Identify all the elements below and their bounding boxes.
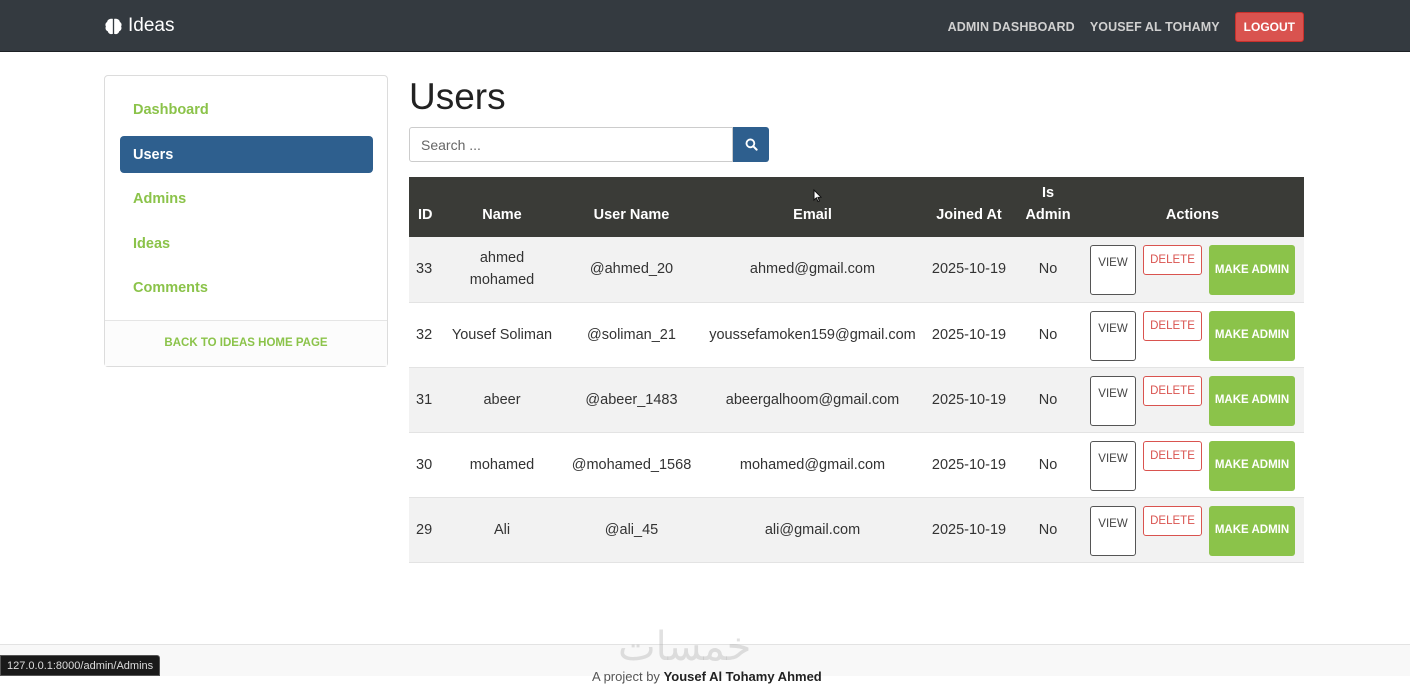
- table-header-row: ID Name User Name Email Joined At Is Admi…: [409, 177, 1304, 237]
- cell-actions: VIEW DELETE MAKE ADMIN: [1081, 302, 1304, 367]
- view-button[interactable]: VIEW: [1090, 505, 1136, 556]
- brand-name: Ideas: [128, 15, 175, 36]
- cell-username: @soliman_21: [587, 326, 676, 343]
- search-form: [409, 127, 769, 162]
- table-row: 29 Ali @ali_45 ali@gmail.com 2025-10-19 …: [409, 497, 1304, 562]
- delete-button[interactable]: DELETE: [1143, 245, 1202, 276]
- header-joined-at: Joined At: [936, 207, 1002, 223]
- make-admin-button[interactable]: MAKE ADMIN: [1209, 440, 1295, 491]
- header-is-admin: Is Admin: [1015, 177, 1081, 237]
- cell-name: Ali: [493, 521, 511, 538]
- cell-is-admin: No: [1038, 456, 1058, 473]
- back-to-home-link[interactable]: BACK TO IDEAS HOME PAGE: [105, 320, 387, 366]
- top-navbar: Ideas ADMIN DASHBOARD YOUSEF AL TOHAMY L…: [0, 0, 1410, 52]
- delete-button[interactable]: DELETE: [1143, 310, 1202, 341]
- header-is-admin-line2: Admin: [1025, 207, 1071, 223]
- header-id: ID: [418, 207, 433, 223]
- cell-joined: 2025-10-19: [931, 391, 1007, 408]
- table-row: 32 Yousef Soliman @soliman_21 youssefamo…: [409, 302, 1304, 367]
- cell-username: @ahmed_20: [589, 261, 674, 278]
- cell-id: 30: [416, 456, 433, 473]
- watermark-logo: خمسات: [618, 624, 752, 670]
- sidebar-item-users[interactable]: Users: [120, 136, 373, 173]
- cell-email: youssefamoken159@gmail.com: [709, 326, 916, 343]
- table-row: 31 abeer @abeer_1483 abeergalhoom@gmail.…: [409, 367, 1304, 432]
- cell-username: @mohamed_1568: [571, 456, 692, 473]
- cell-actions: VIEW DELETE MAKE ADMIN: [1081, 432, 1304, 497]
- sidebar-item-dashboard[interactable]: Dashboard: [120, 91, 373, 128]
- table-row: 33 ahmed mohamed @ahmed_20 ahmed@gmail.c…: [409, 237, 1304, 302]
- cell-joined: 2025-10-19: [931, 261, 1007, 278]
- header-is-admin-line1: Is: [1041, 185, 1055, 201]
- cell-username: @ali_45: [604, 521, 659, 538]
- table-row: 30 mohamed @mohamed_1568 mohamed@gmail.c…: [409, 432, 1304, 497]
- footer-credit: A project by Yousef Al Tohamy Ahmed: [592, 669, 822, 684]
- header-email: Email: [793, 207, 832, 223]
- view-button[interactable]: VIEW: [1090, 375, 1136, 426]
- brain-icon: [105, 18, 122, 34]
- cell-email: ahmed@gmail.com: [749, 261, 876, 278]
- cell-name: mohamed: [469, 456, 535, 473]
- delete-button[interactable]: DELETE: [1143, 375, 1202, 406]
- cell-name: ahmed mohamed: [469, 250, 535, 289]
- make-admin-button[interactable]: MAKE ADMIN: [1209, 505, 1295, 556]
- header-name: Name: [482, 207, 522, 223]
- admin-dashboard-link[interactable]: ADMIN DASHBOARD: [948, 20, 1075, 34]
- cell-id: 31: [416, 391, 433, 408]
- nav-links: ADMIN DASHBOARD YOUSEF AL TOHAMY LOGOUT: [948, 12, 1304, 42]
- users-table: ID Name User Name Email Joined At Is Admi…: [409, 177, 1304, 563]
- cell-actions: VIEW DELETE MAKE ADMIN: [1081, 367, 1304, 432]
- cell-name: abeer: [483, 391, 521, 408]
- cell-joined: 2025-10-19: [931, 326, 1007, 343]
- make-admin-button[interactable]: MAKE ADMIN: [1209, 310, 1295, 361]
- cell-email: ali@gmail.com: [764, 521, 861, 538]
- cell-email: mohamed@gmail.com: [739, 456, 886, 473]
- brand-link[interactable]: Ideas: [104, 14, 174, 38]
- cell-is-admin: No: [1038, 326, 1058, 343]
- sidebar-item-admins[interactable]: Admins: [120, 180, 373, 217]
- view-button[interactable]: VIEW: [1090, 440, 1136, 491]
- users-table-body: 33 ahmed mohamed @ahmed_20 ahmed@gmail.c…: [409, 237, 1304, 562]
- footer-prefix: A project by: [592, 669, 660, 684]
- view-button[interactable]: VIEW: [1090, 245, 1136, 296]
- cell-id: 29: [416, 521, 433, 538]
- search-icon: [745, 138, 758, 151]
- search-button[interactable]: [733, 127, 769, 162]
- sidebar-item-ideas[interactable]: Ideas: [120, 225, 373, 262]
- header-username: User Name: [593, 207, 670, 223]
- admin-sidebar: Dashboard Users Admins Ideas Comments BA…: [104, 75, 388, 367]
- cell-actions: VIEW DELETE MAKE ADMIN: [1081, 497, 1304, 562]
- mouse-cursor-icon: [813, 189, 822, 203]
- search-input[interactable]: [409, 127, 734, 162]
- cell-email: abeergalhoom@gmail.com: [725, 391, 900, 408]
- cell-actions: VIEW DELETE MAKE ADMIN: [1081, 237, 1304, 302]
- cell-is-admin: No: [1038, 261, 1058, 278]
- cell-joined: 2025-10-19: [931, 521, 1007, 538]
- sidebar-item-comments[interactable]: Comments: [120, 269, 373, 306]
- cell-id: 32: [416, 326, 433, 343]
- footer-author: Yousef Al Tohamy Ahmed: [663, 669, 822, 684]
- delete-button[interactable]: DELETE: [1143, 440, 1202, 471]
- browser-status-url: 127.0.0.1:8000/admin/Admins: [0, 655, 161, 676]
- make-admin-button[interactable]: MAKE ADMIN: [1209, 375, 1295, 426]
- cell-is-admin: No: [1038, 521, 1058, 538]
- cell-joined: 2025-10-19: [931, 456, 1007, 473]
- cell-username: @abeer_1483: [585, 391, 678, 408]
- delete-button[interactable]: DELETE: [1143, 505, 1202, 536]
- page-title: Users: [409, 76, 506, 117]
- header-actions: Actions: [1165, 207, 1220, 223]
- logout-button[interactable]: LOGOUT: [1234, 12, 1304, 42]
- make-admin-button[interactable]: MAKE ADMIN: [1209, 245, 1295, 296]
- user-profile-link[interactable]: YOUSEF AL TOHAMY: [1090, 20, 1220, 34]
- sidebar-divider: [105, 320, 387, 321]
- view-button[interactable]: VIEW: [1090, 310, 1136, 361]
- cell-name: Yousef Soliman: [451, 326, 553, 343]
- cell-is-admin: No: [1038, 391, 1058, 408]
- cell-id: 33: [416, 261, 433, 278]
